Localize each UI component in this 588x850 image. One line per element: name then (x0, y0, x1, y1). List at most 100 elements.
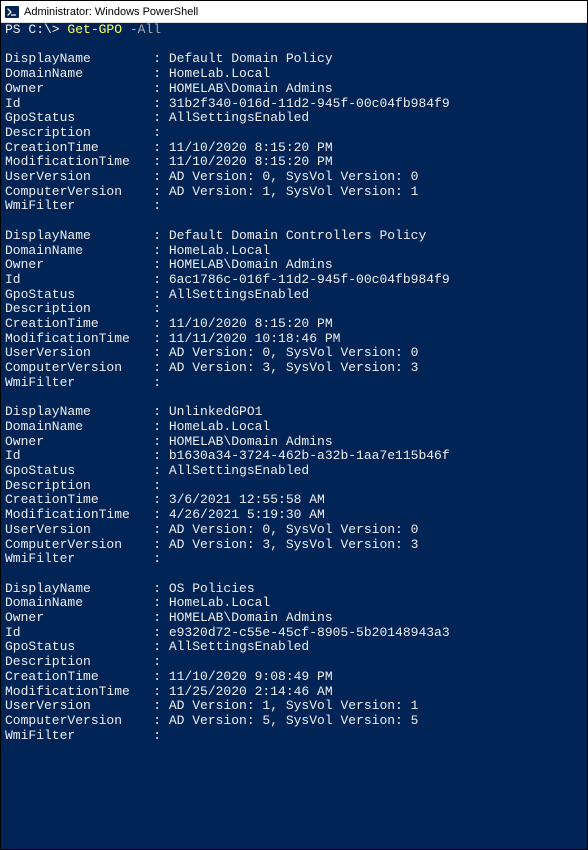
output-line: DisplayName : UnlinkedGPO1 (5, 405, 583, 420)
field-value: 31b2f340-016d-11d2-945f-00c04fb984f9 (169, 96, 450, 111)
powershell-icon (5, 5, 19, 19)
field-separator: : (145, 52, 168, 67)
terminal-content[interactable]: PS C:\> Get-GPO -All DisplayName : Defaul… (1, 23, 587, 849)
field-key: UserVersion (5, 346, 145, 361)
field-value: 11/11/2020 10:18:46 PM (169, 331, 341, 346)
field-value: AD Version: 0, SysVol Version: 0 (169, 345, 419, 360)
field-value: HomeLab.Local (169, 419, 270, 434)
field-key: Id (5, 97, 145, 112)
field-key: DomainName (5, 420, 145, 435)
gpo-record: DisplayName : UnlinkedGPO1DomainName : H… (5, 405, 583, 567)
field-key: Id (5, 449, 145, 464)
field-separator: : (145, 199, 168, 214)
field-key: ComputerVersion (5, 538, 145, 553)
output-line: UserVersion : AD Version: 0, SysVol Vers… (5, 170, 583, 185)
field-value: AllSettingsEnabled (169, 110, 309, 125)
field-key: ModificationTime (5, 685, 145, 700)
output-line: ModificationTime : 11/25/2020 2:14:46 AM (5, 685, 583, 700)
prompt-path: C:\> (28, 23, 67, 37)
field-separator: : (145, 714, 168, 729)
field-value: AD Version: 3, SysVol Version: 3 (169, 537, 419, 552)
window-title: Administrator: Windows PowerShell (24, 6, 198, 18)
field-value: AllSettingsEnabled (169, 639, 309, 654)
field-separator: : (145, 82, 168, 97)
output-line: Id : 31b2f340-016d-11d2-945f-00c04fb984f… (5, 97, 583, 112)
field-key: CreationTime (5, 493, 145, 508)
output-line: GpoStatus : AllSettingsEnabled (5, 288, 583, 303)
gpo-record: DisplayName : OS PoliciesDomainName : Ho… (5, 582, 583, 744)
field-key: WmiFilter (5, 199, 145, 214)
output-line: ModificationTime : 4/26/2021 5:19:30 AM (5, 508, 583, 523)
gpo-record: DisplayName : Default Domain PolicyDomai… (5, 52, 583, 214)
field-separator: : (145, 258, 168, 273)
field-separator: : (145, 538, 168, 553)
output-line: Owner : HOMELAB\Domain Admins (5, 258, 583, 273)
output-line: DomainName : HomeLab.Local (5, 420, 583, 435)
field-separator: : (145, 361, 168, 376)
field-value: 3/6/2021 12:55:58 AM (169, 492, 325, 507)
field-value: 6ac1786c-016f-11d2-945f-00c04fb984f9 (169, 272, 450, 287)
field-key: DisplayName (5, 405, 145, 420)
field-separator: : (145, 493, 168, 508)
field-key: ComputerVersion (5, 185, 145, 200)
field-value: AD Version: 1, SysVol Version: 1 (169, 698, 419, 713)
field-separator: : (145, 126, 168, 141)
field-key: GpoStatus (5, 464, 145, 479)
field-value: HOMELAB\Domain Admins (169, 610, 333, 625)
field-separator: : (145, 141, 168, 156)
field-separator: : (145, 170, 168, 185)
field-key: WmiFilter (5, 376, 145, 391)
field-value: AllSettingsEnabled (169, 463, 309, 478)
field-separator: : (145, 582, 168, 597)
field-separator: : (145, 420, 168, 435)
field-value: HOMELAB\Domain Admins (169, 434, 333, 449)
field-key: DisplayName (5, 52, 145, 67)
window-titlebar[interactable]: Administrator: Windows PowerShell (1, 1, 587, 23)
field-key: WmiFilter (5, 552, 145, 567)
field-key: GpoStatus (5, 288, 145, 303)
cmdlet-param: -All (122, 23, 161, 37)
field-value: AD Version: 0, SysVol Version: 0 (169, 169, 419, 184)
field-key: ModificationTime (5, 332, 145, 347)
field-separator: : (145, 552, 168, 567)
field-key: GpoStatus (5, 111, 145, 126)
field-value: AllSettingsEnabled (169, 287, 309, 302)
field-key: Owner (5, 82, 145, 97)
output-line: WmiFilter : (5, 376, 583, 391)
field-value: OS Policies (169, 581, 255, 596)
field-key: ComputerVersion (5, 361, 145, 376)
output-line: DisplayName : Default Domain Controllers… (5, 229, 583, 244)
field-value: HOMELAB\Domain Admins (169, 81, 333, 96)
output-line: ModificationTime : 11/11/2020 10:18:46 P… (5, 332, 583, 347)
field-separator: : (145, 479, 168, 494)
field-key: UserVersion (5, 523, 145, 538)
output-line: DomainName : HomeLab.Local (5, 596, 583, 611)
field-separator: : (145, 449, 168, 464)
field-separator: : (145, 405, 168, 420)
output-line: Id : 6ac1786c-016f-11d2-945f-00c04fb984f… (5, 273, 583, 288)
cmdlet-name: Get-GPO (67, 23, 122, 37)
field-key: DomainName (5, 67, 145, 82)
output-line: Owner : HOMELAB\Domain Admins (5, 611, 583, 626)
field-separator: : (145, 464, 168, 479)
output-line: Id : b1630a34-3724-462b-a32b-1aa7e115b46… (5, 449, 583, 464)
field-separator: : (145, 376, 168, 391)
field-value: AD Version: 3, SysVol Version: 3 (169, 360, 419, 375)
field-separator: : (145, 435, 168, 450)
output-line: Description : (5, 126, 583, 141)
field-value: 11/10/2020 9:08:49 PM (169, 669, 333, 684)
output-line: CreationTime : 11/10/2020 9:08:49 PM (5, 670, 583, 685)
field-key: Owner (5, 611, 145, 626)
field-key: UserVersion (5, 699, 145, 714)
field-separator: : (145, 699, 168, 714)
field-key: ModificationTime (5, 155, 145, 170)
field-value: HOMELAB\Domain Admins (169, 257, 333, 272)
output-line: ModificationTime : 11/10/2020 8:15:20 PM (5, 155, 583, 170)
field-separator: : (145, 111, 168, 126)
field-key: Id (5, 273, 145, 288)
prompt-line: PS C:\> Get-GPO -All (5, 23, 583, 38)
output-line: Description : (5, 479, 583, 494)
field-value: 4/26/2021 5:19:30 AM (169, 507, 325, 522)
field-separator: : (145, 273, 168, 288)
field-separator: : (145, 655, 168, 670)
